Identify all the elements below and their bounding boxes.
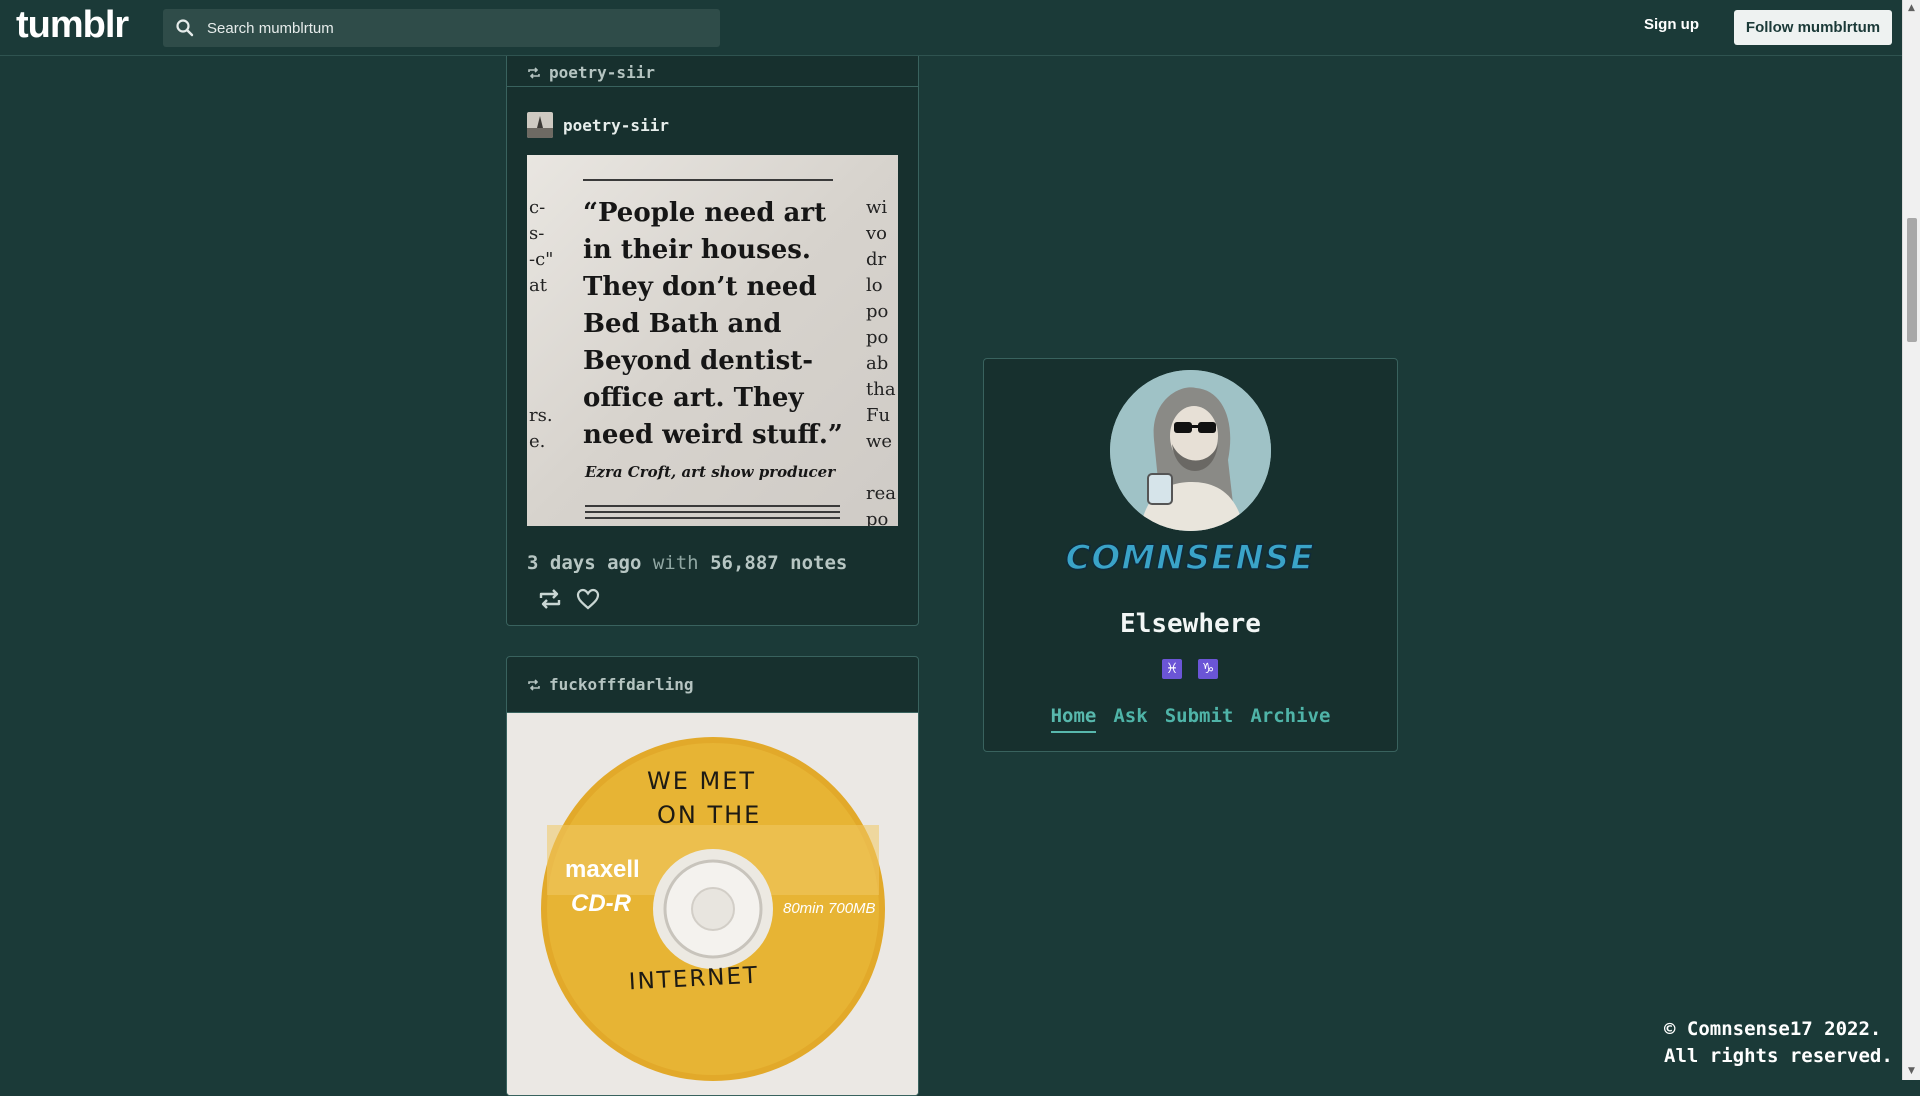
side-text-fragment <box>529 351 553 377</box>
side-text-fragment: po <box>866 509 889 526</box>
copyright-notice: © Comnsense17 2022. All rights reserved. <box>1664 1018 1893 1067</box>
post-meta: 3 days ago with 56,887 notes <box>507 526 918 574</box>
meta-with: with <box>652 552 699 574</box>
side-text-fragment: -c" <box>529 249 554 270</box>
reblog-icon <box>528 678 540 691</box>
post-author: poetry-siir <box>507 87 918 143</box>
side-text-fragment: po <box>866 327 889 348</box>
cd-image: WE MET ON THE INTERNET maxell CD-R 80min… <box>507 713 918 1095</box>
blog-brand-text: COMNSENSE <box>1065 538 1314 575</box>
cd-type: CD-R <box>571 890 632 917</box>
search-bar[interactable] <box>163 9 720 47</box>
side-text-fragment: wi <box>866 197 888 218</box>
side-text-fragment <box>529 377 553 403</box>
cd-handwriting-line1: WE MET <box>647 767 756 795</box>
blog-title: Elsewhere <box>1120 609 1261 639</box>
side-text-fragment: s- <box>529 223 545 244</box>
side-text-fragment <box>529 325 553 351</box>
image-side-text-left: c-s- -c" at rs. e. <box>529 195 553 455</box>
post-actions <box>507 574 918 612</box>
side-text-fragment: we <box>866 431 893 452</box>
blog-brand-logo: COMNSENSE <box>1065 537 1315 575</box>
like-heart-icon[interactable] <box>575 586 601 612</box>
side-text-fragment: dr <box>866 249 887 270</box>
side-text-fragment <box>529 299 553 325</box>
scroll-thumb[interactable] <box>1907 218 1917 342</box>
reblog-source-link[interactable]: fuckofffdarling <box>549 675 694 694</box>
notes-count-link[interactable]: 56,887 notes <box>710 552 847 574</box>
quote-text: “People need art in their houses. They d… <box>583 198 843 450</box>
tumblr-logo[interactable]: tumblr <box>16 4 129 47</box>
reblog-header: fuckofffdarling <box>507 657 918 713</box>
zodiac-badges: ♓ ♑ <box>1162 659 1218 679</box>
image-rule-bottom-2 <box>585 511 840 513</box>
side-text-fragment: at <box>529 275 547 296</box>
side-text-fragment: rs. <box>529 405 553 426</box>
nav-archive-link[interactable]: Archive <box>1250 705 1330 733</box>
post-image[interactable]: c-s- -c" at rs. e. wi vo dr lo po po ab tha Fu we re… <box>527 155 898 526</box>
reblog-icon <box>528 66 540 79</box>
image-rule-bottom <box>585 505 840 507</box>
side-text-fragment: c- <box>529 197 546 218</box>
image-rule-top <box>583 179 833 181</box>
post-card: poetry-siir poetry-siir c-s- -c" at rs. e. … <box>506 30 919 626</box>
page-scrollbar[interactable]: ▲ ▼ <box>1902 0 1920 1080</box>
reblog-button-icon[interactable] <box>537 586 563 612</box>
side-text-fragment: vo <box>866 223 888 244</box>
side-text-fragment: lo <box>866 275 883 296</box>
follow-button[interactable]: Follow mumblrtum <box>1734 10 1892 45</box>
scroll-down-arrow-icon[interactable]: ▼ <box>1903 1063 1920 1080</box>
side-text-fragment: ab <box>866 353 889 374</box>
nav-submit-link[interactable]: Submit <box>1165 705 1234 733</box>
nav-ask-link[interactable]: Ask <box>1113 705 1147 733</box>
side-text-fragment: Fu <box>866 405 891 426</box>
cd-brand: maxell <box>565 856 640 883</box>
top-bar: tumblr Sign up Follow mumblrtum <box>0 0 1902 56</box>
cd-capacity: 80min 700MB <box>783 900 876 917</box>
author-name-link[interactable]: poetry-siir <box>563 116 669 135</box>
side-text-fragment: po <box>866 301 889 322</box>
search-input[interactable] <box>205 18 685 38</box>
search-icon <box>176 19 194 37</box>
capricorn-badge: ♑ <box>1198 659 1218 679</box>
blog-nav: Home Ask Submit Archive <box>984 705 1397 733</box>
side-text-fragment <box>866 455 896 481</box>
author-avatar[interactable] <box>527 112 553 138</box>
nav-home-link[interactable]: Home <box>1050 705 1097 733</box>
post-image[interactable]: WE MET ON THE INTERNET maxell CD-R 80min… <box>507 713 918 1095</box>
quote-credit: Ezra Croft, art show producer <box>585 463 836 481</box>
reblog-source-link[interactable]: poetry-siir <box>549 63 655 82</box>
scroll-up-arrow-icon[interactable]: ▲ <box>1903 0 1920 17</box>
side-text-fragment: tha <box>866 379 896 400</box>
image-rule-bottom-3 <box>585 517 840 519</box>
cd-handwriting-line2: ON THE <box>657 801 761 829</box>
blog-avatar[interactable] <box>1110 370 1271 531</box>
post-card: fuckofffdarling WE MET ON THE INTERNET m… <box>506 656 919 1096</box>
blog-profile-card: COMNSENSE Elsewhere ♓ ♑ Home Ask Submit … <box>983 358 1398 752</box>
image-side-text-right: wi vo dr lo po po ab tha Fu we rea po <box>866 195 896 526</box>
sign-up-link[interactable]: Sign up <box>1644 16 1699 33</box>
pisces-badge: ♓ <box>1162 659 1182 679</box>
side-text-fragment: e. <box>529 431 546 452</box>
side-text-fragment: rea <box>866 483 896 504</box>
post-time-link[interactable]: 3 days ago <box>527 552 641 574</box>
